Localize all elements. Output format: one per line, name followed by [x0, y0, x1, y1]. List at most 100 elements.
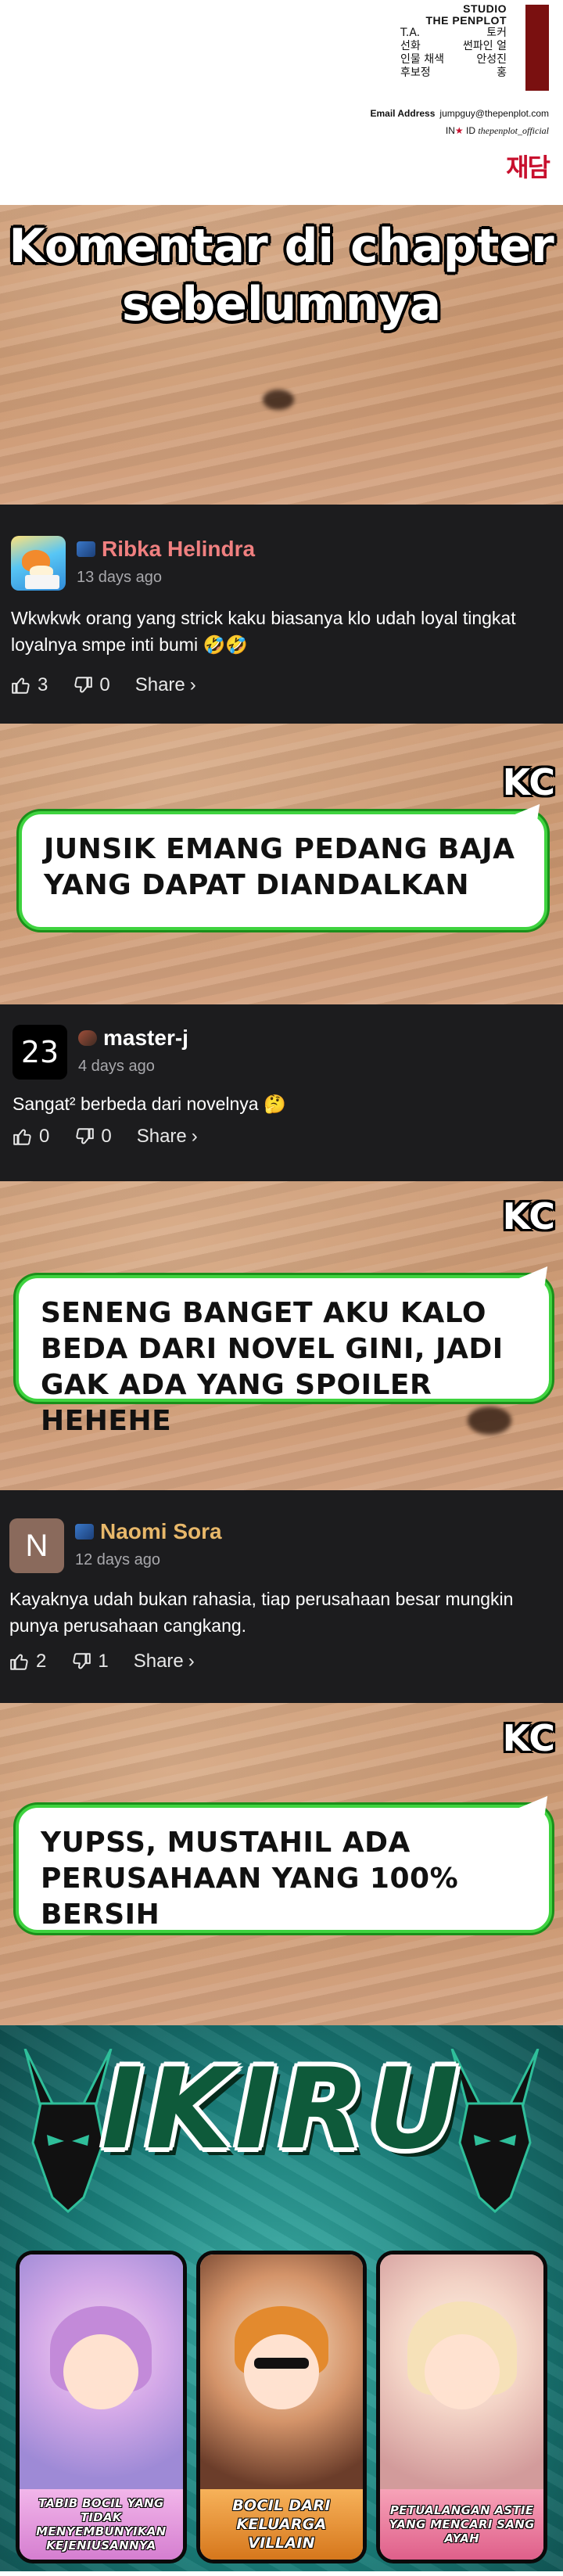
character-face: [63, 2334, 139, 2409]
reply-text: JUNSIK EMANG PEDANG BAJA YANG DAPAT DIAN…: [44, 833, 515, 901]
book-icon: [25, 575, 59, 589]
comment-name-row: Ribka Helindra: [77, 536, 255, 562]
credit-role: 인물 채색: [400, 53, 444, 66]
comic-card[interactable]: BOCIL DARI KELUARGA VILLAIN: [195, 2251, 368, 2563]
comment-meta: Naomi Sora 12 days ago: [75, 1518, 222, 1570]
like-count: 3: [38, 674, 48, 695]
comment-header: 23 master-j 4 days ago: [13, 1025, 550, 1080]
reply-panel: KC JUNSIK EMANG PEDANG BAJA YANG DAPAT D…: [0, 724, 563, 1004]
avatar-text: 23: [20, 1035, 59, 1069]
thumbs-up-icon: [12, 677, 30, 694]
like-button[interactable]: 2: [9, 1650, 46, 1673]
studio-name-line1: STUDIO: [463, 2, 507, 15]
speech-bubble: SENENG BANGET AKU KALO BEDA DARI NOVEL G…: [16, 1275, 552, 1437]
comment-header: N Naomi Sora 12 days ago: [9, 1518, 554, 1573]
comment-actions: 3 0 Share ›: [11, 674, 552, 697]
comment-card: Ribka Helindra 13 days ago Wkwkwk orang …: [0, 505, 563, 724]
reply-panel: KC YUPSS, MUSTAHIL ADA PERUSAHAAN YANG 1…: [0, 1703, 563, 2025]
credit-row: 인물 채색 안성진: [319, 53, 507, 66]
title-panel: Komentar di chapter sebelumnya: [0, 205, 563, 505]
studio-accent-bar: [525, 5, 549, 91]
thumbs-down-icon: [76, 1128, 95, 1144]
avatar[interactable]: 23: [13, 1025, 67, 1080]
dislike-count: 0: [99, 674, 110, 695]
ikiru-ad-banner[interactable]: IKIRU TABIB BOCIL YANG TIDAK MENYEMBUNYI…: [0, 2025, 563, 2571]
credit-role: T.A.: [400, 27, 421, 39]
comic-card[interactable]: TABIB BOCIL YANG TIDAK MENYEMBUNYIKAN KE…: [16, 2251, 187, 2563]
reply-tag: KC: [502, 1717, 555, 1759]
avatar-text: N: [25, 1529, 48, 1563]
comment-meta: Ribka Helindra 13 days ago: [77, 536, 255, 587]
reply-text: YUPSS, MUSTAHIL ADA PERUSAHAAN YANG 100%…: [41, 1827, 459, 1931]
comic-card[interactable]: PETUALANGAN ASTIE YANG MENCARI SANG AYAH: [376, 2251, 548, 2563]
avatar[interactable]: [11, 536, 66, 591]
ig-prefix: IN: [445, 125, 455, 136]
section-title-line2: sebelumnya: [121, 277, 442, 332]
credits-email: Email Address jumpguy@thepenplot.com: [370, 108, 549, 119]
chevron-right-icon: ›: [189, 674, 196, 695]
credit-name: 안성진: [476, 53, 507, 66]
dislike-button[interactable]: 0: [73, 674, 110, 697]
card-caption: BOCIL DARI KELUARGA VILLAIN: [199, 2489, 364, 2560]
credit-name: 홍: [497, 66, 507, 79]
credit-name: 토커: [486, 27, 507, 39]
sand-pebble: [468, 1407, 511, 1435]
reply-tag: KC: [502, 1195, 555, 1238]
comment-author[interactable]: master-j: [103, 1025, 188, 1051]
thumbs-up-icon: [13, 1129, 31, 1145]
sand-pebble: [263, 390, 294, 410]
dislike-count: 0: [101, 1126, 112, 1147]
comment-text: Wkwkwk orang yang strick kaku biasanya k…: [11, 608, 516, 655]
credit-name: 썬파인 얼: [463, 40, 507, 52]
like-button[interactable]: 0: [13, 1125, 49, 1148]
thumbs-up-icon: [10, 1654, 28, 1670]
ig-mid: ID: [466, 125, 475, 136]
share-button[interactable]: Share ›: [135, 674, 196, 697]
dislike-button[interactable]: 0: [74, 1125, 112, 1148]
comment-card: 23 master-j 4 days ago Sangat² berbeda d…: [0, 1004, 563, 1181]
sunglasses-icon: [254, 2358, 309, 2369]
comment-meta: master-j 4 days ago: [78, 1025, 188, 1076]
studio-name-line2: THE PENPLOT: [425, 14, 507, 27]
reply-panel: KC SENENG BANGET AKU KALO BEDA DARI NOVE…: [0, 1181, 563, 1490]
card-caption: TABIB BOCIL YANG TIDAK MENYEMBUNYIKAN KE…: [20, 2489, 183, 2560]
card-artwork: [199, 2254, 364, 2489]
comment-actions: 0 0 Share ›: [13, 1125, 550, 1148]
credit-row: 선화 썬파인 얼: [319, 40, 507, 53]
speech-bubble: YUPSS, MUSTAHIL ADA PERUSAHAAN YANG 100%…: [16, 1805, 552, 1933]
rank-badge-icon: [77, 541, 95, 557]
email-label: Email Address: [370, 108, 436, 119]
chevron-right-icon: ›: [191, 1126, 198, 1147]
comment-author[interactable]: Ribka Helindra: [102, 536, 255, 562]
comment-card: N Naomi Sora 12 days ago Kayaknya udah b…: [0, 1490, 563, 1703]
credit-role: 선화: [400, 40, 421, 52]
ad-cards: TABIB BOCIL YANG TIDAK MENYEMBUNYIKAN KE…: [16, 2251, 548, 2563]
rank-badge-icon: [75, 1524, 94, 1539]
share-label: Share: [133, 1651, 184, 1672]
section-title-line1: Komentar di chapter: [9, 219, 554, 274]
comment-header: Ribka Helindra 13 days ago: [11, 536, 552, 591]
comment-timestamp: 4 days ago: [78, 1058, 155, 1075]
comment-name-row: master-j: [78, 1025, 188, 1051]
comment-timestamp: 12 days ago: [75, 1551, 160, 1568]
thumbs-down-icon: [74, 677, 93, 693]
star-icon: ★: [454, 125, 464, 136]
share-button[interactable]: Share ›: [134, 1650, 195, 1673]
card-artwork: [20, 2254, 183, 2489]
share-label: Share: [134, 674, 185, 695]
like-button[interactable]: 3: [11, 674, 48, 697]
credits-instagram: IN★ ID thepenplot_official: [446, 125, 549, 136]
dislike-count: 1: [98, 1651, 109, 1672]
comment-name-row: Naomi Sora: [75, 1518, 222, 1545]
comment-author[interactable]: Naomi Sora: [100, 1518, 222, 1545]
comment-text: Sangat² berbeda dari novelnya 🤔: [13, 1094, 286, 1114]
card-artwork: [380, 2254, 544, 2489]
avatar[interactable]: N: [9, 1518, 64, 1573]
thumbs-down-icon: [73, 1653, 91, 1669]
email-address: jumpguy@thepenplot.com: [439, 108, 549, 119]
comment-actions: 2 1 Share ›: [9, 1650, 554, 1673]
credit-row: 후보정 홍: [319, 66, 507, 80]
dislike-button[interactable]: 1: [71, 1650, 109, 1673]
share-button[interactable]: Share ›: [137, 1125, 198, 1148]
like-count: 0: [39, 1126, 50, 1147]
